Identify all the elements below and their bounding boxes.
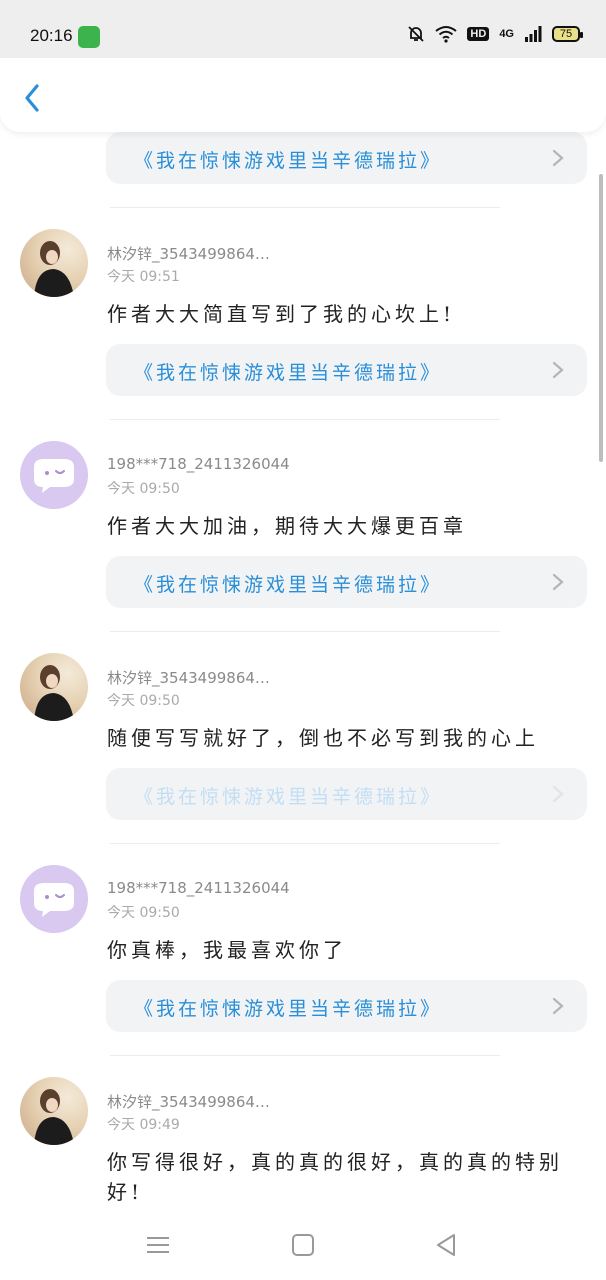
comment-time: 今天 09:50 <box>107 693 180 709</box>
divider <box>110 631 500 632</box>
book-link-button[interactable]: 《我在惊悚游戏里当辛德瑞拉》 <box>106 132 587 184</box>
back-button[interactable] <box>18 78 48 118</box>
system-navigation-bar <box>0 1212 606 1280</box>
chat-bubble-icon <box>34 459 74 493</box>
comment-text: 你写得很好，真的真的很好，真的真的特别好! <box>107 1150 563 1204</box>
book-title: 《我在惊悚游戏里当辛德瑞拉》 <box>134 574 443 596</box>
avatar[interactable] <box>20 441 88 509</box>
comment-list[interactable]: 《我在惊悚游戏里当辛德瑞拉》 林汐锌_3543499864… 今天 09:51 … <box>0 132 606 1212</box>
comment-time: 今天 09:50 <box>107 905 180 921</box>
scrollbar[interactable] <box>599 174 603 462</box>
comment-username[interactable]: 林汐锌_3543499864… <box>107 667 270 688</box>
comment-text: 随便写写就好了，倒也不必写到我的心上 <box>107 726 539 750</box>
book-title: 《我在惊悚游戏里当辛德瑞拉》 <box>134 362 443 384</box>
book-title: 《我在惊悚游戏里当辛德瑞拉》 <box>134 786 443 808</box>
person-avatar-icon <box>34 241 74 297</box>
status-icons: HD 4G 75 <box>407 25 583 43</box>
chevron-right-icon <box>552 785 564 803</box>
back-triangle-icon[interactable] <box>432 1230 462 1260</box>
comment-text: 你真棒，我最喜欢你了 <box>107 938 347 962</box>
book-title: 《我在惊悚游戏里当辛德瑞拉》 <box>134 150 443 172</box>
divider <box>110 419 500 420</box>
chat-bubble-icon <box>34 883 74 917</box>
chevron-right-icon <box>552 997 564 1015</box>
status-bar: 20:16 HD 4G 75 <box>0 0 606 58</box>
comment-username[interactable]: 198***718_2411326044 <box>107 455 290 473</box>
app-notification-icon <box>78 26 100 48</box>
hd-icon: HD <box>467 27 490 41</box>
book-link-button[interactable]: 《我在惊悚游戏里当辛德瑞拉》 <box>106 768 587 820</box>
wifi-icon <box>435 26 458 43</box>
comment-username[interactable]: 198***718_2411326044 <box>107 879 290 897</box>
chevron-right-icon <box>552 361 564 379</box>
divider <box>110 1055 500 1056</box>
home-square-icon[interactable] <box>288 1230 318 1260</box>
book-link-button[interactable]: 《我在惊悚游戏里当辛德瑞拉》 <box>106 344 587 396</box>
comment-text: 作者大大简直写到了我的心坎上! <box>107 302 456 326</box>
chevron-right-icon <box>552 573 564 591</box>
status-time: 20:16 <box>30 26 73 45</box>
avatar[interactable] <box>20 1077 88 1145</box>
top-app-bar <box>0 58 606 132</box>
divider <box>110 207 500 208</box>
bell-muted-icon <box>408 26 425 42</box>
divider <box>110 843 500 844</box>
comment-time: 今天 09:50 <box>107 481 180 497</box>
comment-text: 作者大大加油，期待大大爆更百章 <box>107 514 467 538</box>
network-type: 4G <box>499 28 514 40</box>
comment-username[interactable]: 林汐锌_3543499864… <box>107 243 270 264</box>
comment-username[interactable]: 林汐锌_3543499864… <box>107 1091 270 1112</box>
book-title: 《我在惊悚游戏里当辛德瑞拉》 <box>134 998 443 1020</box>
avatar[interactable] <box>20 653 88 721</box>
chevron-right-icon <box>552 149 564 167</box>
comment-time: 今天 09:51 <box>107 269 180 285</box>
avatar[interactable] <box>20 229 88 297</box>
book-link-button[interactable]: 《我在惊悚游戏里当辛德瑞拉》 <box>106 556 587 608</box>
person-avatar-icon <box>34 665 74 721</box>
comment-time: 今天 09:49 <box>107 1117 180 1133</box>
battery-icon: 75 <box>552 26 583 42</box>
book-link-button[interactable]: 《我在惊悚游戏里当辛德瑞拉》 <box>106 980 587 1032</box>
menu-icon[interactable] <box>143 1230 173 1260</box>
person-avatar-icon <box>34 1089 74 1145</box>
avatar[interactable] <box>20 865 88 933</box>
signal-icon <box>525 26 542 42</box>
